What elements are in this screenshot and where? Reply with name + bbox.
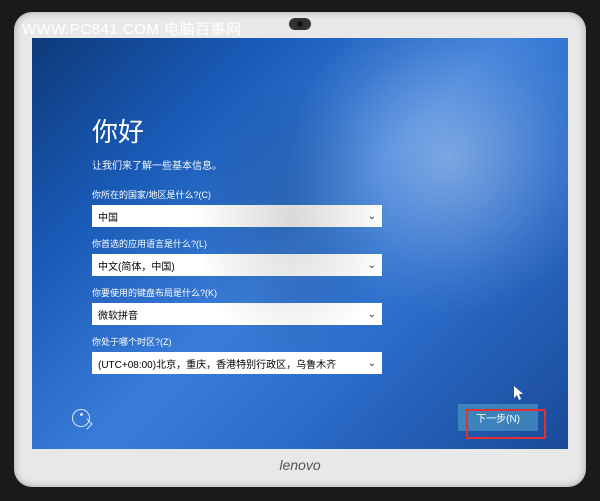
page-subtitle: 让我们来了解一些基本信息。 bbox=[92, 157, 528, 172]
timezone-select[interactable]: (UTC+08:00)北京，重庆，香港特别行政区，乌鲁木齐 ⌄ bbox=[92, 352, 382, 374]
keyboard-select[interactable]: 微软拼音 ⌄ bbox=[92, 303, 382, 325]
language-select[interactable]: 中文(简体，中国) ⌄ bbox=[92, 254, 382, 276]
timezone-label: 你处于哪个时区?(Z) bbox=[92, 335, 528, 348]
chevron-down-icon: ⌄ bbox=[368, 211, 376, 222]
mouse-cursor-icon bbox=[514, 386, 524, 400]
watermark: WWW.PC841.COM 电脑百事网 bbox=[22, 18, 242, 39]
next-button[interactable]: 下一步(N) bbox=[458, 404, 538, 431]
keyboard-value: 微软拼音 bbox=[98, 307, 138, 322]
country-value: 中国 bbox=[98, 209, 118, 224]
chevron-down-icon: ⌄ bbox=[368, 309, 376, 320]
keyboard-label: 你要使用的键盘布局是什么?(K) bbox=[92, 286, 528, 299]
country-label: 你所在的国家/地区是什么?(C) bbox=[92, 188, 528, 201]
field-country: 你所在的国家/地区是什么?(C) 中国 ⌄ bbox=[92, 188, 528, 227]
laptop-brand: lenovo bbox=[279, 457, 320, 473]
language-value: 中文(简体，中国) bbox=[98, 258, 175, 273]
field-language: 你首选的应用语言是什么?(L) 中文(简体，中国) ⌄ bbox=[92, 237, 528, 276]
timezone-value: (UTC+08:00)北京，重庆，香港特别行政区，乌鲁木齐 bbox=[98, 356, 336, 371]
bottom-bar: 下一步(N) bbox=[72, 404, 538, 431]
language-label: 你首选的应用语言是什么?(L) bbox=[92, 237, 528, 250]
chevron-down-icon: ⌄ bbox=[368, 260, 376, 271]
page-title: 你好 bbox=[92, 112, 528, 149]
country-select[interactable]: 中国 ⌄ bbox=[92, 205, 382, 227]
ease-of-access-icon[interactable] bbox=[72, 409, 90, 427]
chevron-down-icon: ⌄ bbox=[368, 358, 376, 369]
field-keyboard: 你要使用的键盘布局是什么?(K) 微软拼音 ⌄ bbox=[92, 286, 528, 325]
oobe-panel: 你好 让我们来了解一些基本信息。 你所在的国家/地区是什么?(C) 中国 ⌄ 你… bbox=[92, 112, 528, 384]
screen: 你好 让我们来了解一些基本信息。 你所在的国家/地区是什么?(C) 中国 ⌄ 你… bbox=[32, 38, 568, 449]
webcam bbox=[289, 18, 311, 30]
field-timezone: 你处于哪个时区?(Z) (UTC+08:00)北京，重庆，香港特别行政区，乌鲁木… bbox=[92, 335, 528, 374]
laptop-bezel: 你好 让我们来了解一些基本信息。 你所在的国家/地区是什么?(C) 中国 ⌄ 你… bbox=[14, 12, 586, 487]
